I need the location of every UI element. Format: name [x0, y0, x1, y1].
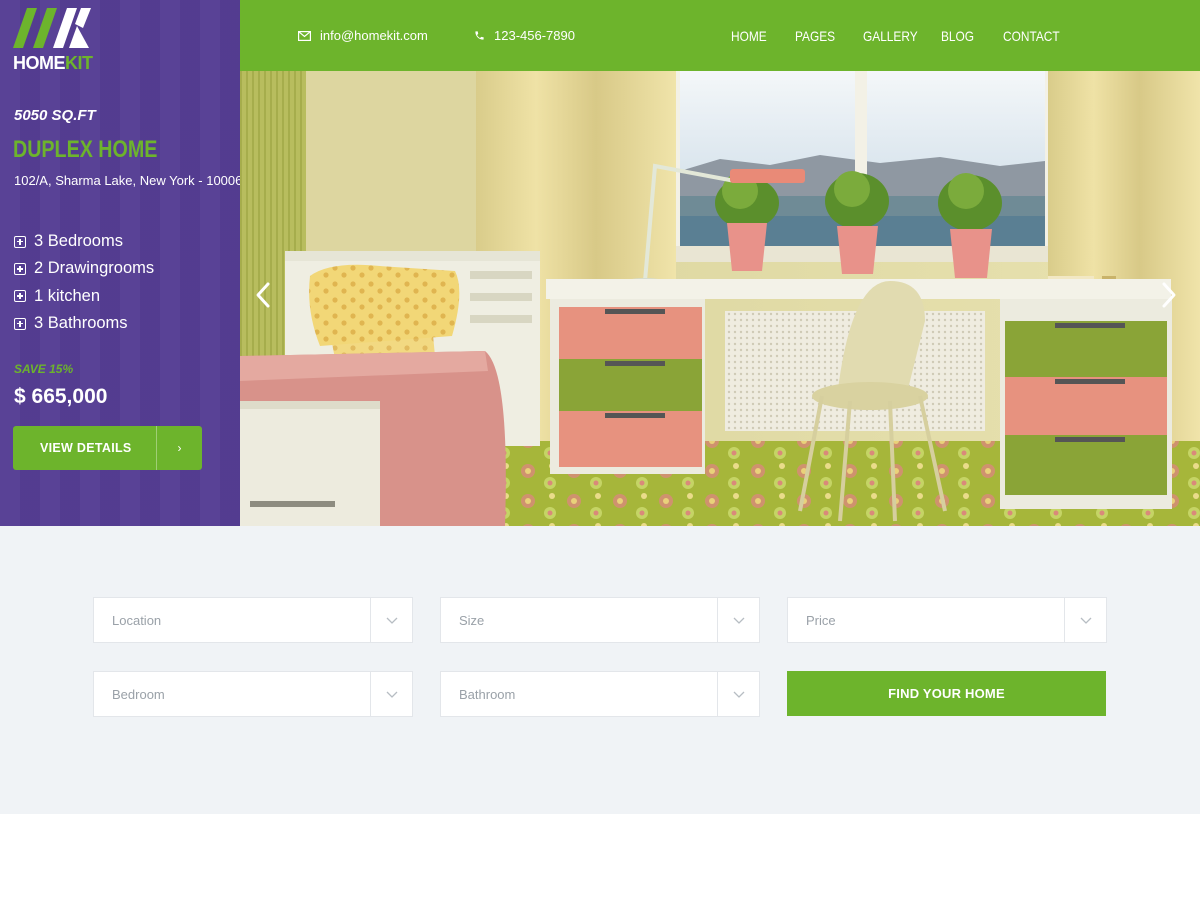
feature-label: 2 Drawingrooms — [34, 259, 155, 278]
header-email[interactable]: info@homekit.com — [298, 0, 428, 71]
discount-label: SAVE 15% — [14, 362, 74, 376]
size-select[interactable]: Size — [440, 597, 760, 643]
header-phone-text: 123-456-7890 — [494, 28, 575, 43]
header-phone[interactable]: 123-456-7890 — [474, 0, 575, 71]
property-title: DUPLEX HOME — [13, 136, 158, 163]
price-select-label: Price — [806, 612, 836, 628]
property-features: 3 Bedrooms 2 Drawingrooms 1 kitchen 3 Ba… — [14, 228, 154, 337]
bedroom-select[interactable]: Bedroom — [93, 671, 413, 717]
envelope-icon — [298, 30, 311, 41]
chevron-right-icon — [1162, 282, 1176, 308]
bathroom-select-label: Bathroom — [459, 686, 516, 702]
feature-label: 3 Bedrooms — [34, 232, 123, 251]
feature-item: 2 Drawingrooms — [14, 255, 154, 282]
hero-slide-image — [240, 71, 1200, 526]
property-price: $ 665,000 — [14, 385, 108, 408]
slider-prev-arrow[interactable] — [254, 280, 272, 315]
hero-section: info@homekit.com 123-456-7890 HOME PAGES… — [0, 0, 1200, 526]
nav-contact[interactable]: CONTACT — [1003, 28, 1063, 44]
nav-home[interactable]: HOME — [731, 28, 785, 44]
phone-icon — [475, 31, 484, 40]
brand-name[interactable]: HOMEKIT — [13, 53, 93, 74]
nav-blog[interactable]: BLOG — [941, 28, 994, 44]
chevron-down-icon — [370, 598, 412, 642]
find-your-home-button[interactable]: FIND YOUR HOME — [787, 671, 1106, 716]
bedroom-select-label: Bedroom — [112, 686, 165, 702]
property-area: 5050 SQ.FT — [14, 107, 96, 124]
view-details-label: VIEW DETAILS — [40, 441, 132, 455]
main-nav: HOME PAGES GALLERY BLOG CONTACT — [731, 0, 1073, 71]
plus-square-icon — [14, 235, 26, 248]
location-select[interactable]: Location — [93, 597, 413, 643]
nav-pages[interactable]: PAGES — [795, 28, 853, 44]
chevron-down-icon — [717, 672, 759, 716]
feature-label: 1 kitchen — [34, 286, 101, 305]
chevron-down-icon — [1064, 598, 1106, 642]
brand-name-accent: KIT — [65, 53, 93, 73]
plus-square-icon — [14, 290, 26, 303]
price-select[interactable]: Price — [787, 597, 1107, 643]
chevron-down-icon — [717, 598, 759, 642]
nav-gallery[interactable]: GALLERY — [863, 28, 929, 44]
plus-square-icon — [14, 317, 26, 330]
chevron-right-icon: › — [156, 426, 202, 470]
property-address: 102/A, Sharma Lake, New York - 10006 — [14, 173, 240, 188]
feature-item: 3 Bedrooms — [14, 228, 154, 255]
bedroom-illustration — [240, 71, 1200, 526]
property-sidebar: HOMEKIT 5050 SQ.FT DUPLEX HOME 102/A, Sh… — [0, 0, 240, 526]
location-select-label: Location — [112, 612, 162, 628]
feature-item: 1 kitchen — [14, 283, 154, 310]
header-email-text: info@homekit.com — [320, 28, 428, 43]
brand-name-main: HOME — [13, 53, 66, 73]
feature-label: 3 Bathrooms — [34, 314, 128, 333]
chevron-down-icon — [370, 672, 412, 716]
chevron-left-icon — [256, 282, 270, 308]
view-details-button[interactable]: VIEW DETAILS › — [13, 426, 202, 470]
property-search-section — [0, 526, 1200, 814]
size-select-label: Size — [459, 612, 485, 628]
top-header-bar: info@homekit.com 123-456-7890 HOME PAGES… — [240, 0, 1200, 71]
feature-item: 3 Bathrooms — [14, 310, 154, 337]
plus-square-icon — [14, 262, 26, 275]
bathroom-select[interactable]: Bathroom — [440, 671, 760, 717]
slider-next-arrow[interactable] — [1160, 280, 1178, 315]
